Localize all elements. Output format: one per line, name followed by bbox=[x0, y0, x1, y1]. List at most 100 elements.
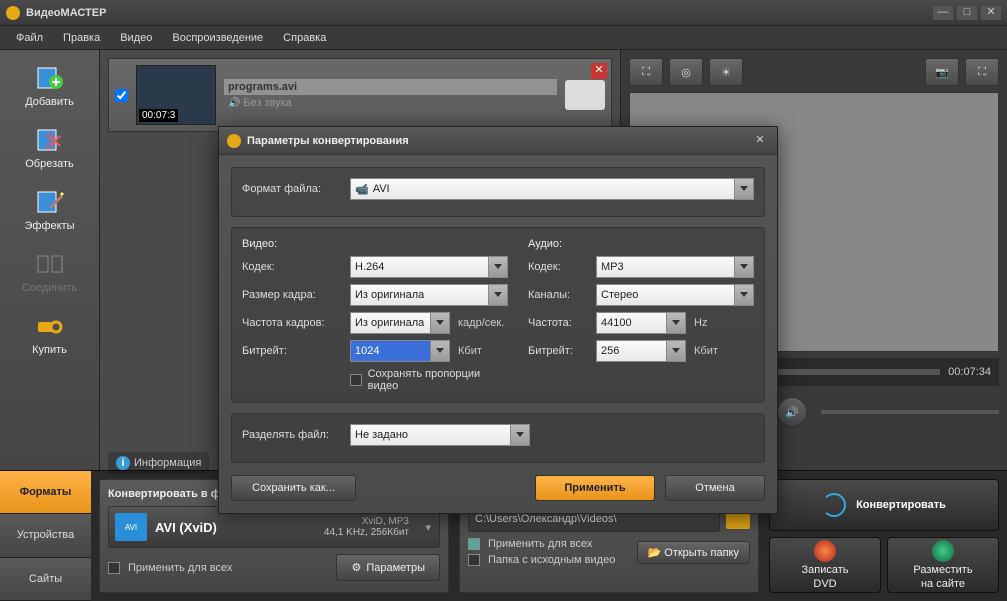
titlebar: ВидеоМАСТЕР — □ ✕ bbox=[0, 0, 1007, 26]
save-apply-all-label: Применить для всех bbox=[488, 538, 592, 550]
vcodec-combo[interactable]: H.264 bbox=[350, 256, 508, 278]
menu-help[interactable]: Справка bbox=[273, 28, 336, 48]
apply-button[interactable]: Применить bbox=[535, 475, 655, 501]
format-tabs: Форматы Устройства Сайты bbox=[0, 471, 91, 601]
sidebar-buy-label: Купить bbox=[32, 344, 67, 356]
app-title: ВидеоМАСТЕР bbox=[26, 7, 929, 19]
convert-icon bbox=[822, 493, 846, 517]
tab-devices[interactable]: Устройства bbox=[0, 514, 91, 557]
settings-icon[interactable]: ◎ bbox=[669, 58, 703, 86]
split-combo[interactable]: Не задано bbox=[350, 424, 530, 446]
fullscreen-icon[interactable]: ⛶ bbox=[965, 58, 999, 86]
dialog-close-button[interactable]: ✕ bbox=[751, 133, 769, 149]
join-icon bbox=[34, 250, 66, 278]
preview-toolbar: ⛶ ◎ ☀ 📷 ⛶ bbox=[629, 58, 999, 86]
menu-edit[interactable]: Правка bbox=[53, 28, 110, 48]
abitrate-combo[interactable]: 256 bbox=[596, 340, 686, 362]
fps-unit: кадр/сек. bbox=[458, 317, 508, 329]
add-icon bbox=[34, 64, 66, 92]
snapshot-icon[interactable]: 📷 bbox=[925, 58, 959, 86]
sidebar-effects[interactable]: Эффекты bbox=[9, 180, 91, 240]
convert-button[interactable]: Конвертировать bbox=[769, 479, 999, 531]
file-name: programs.avi bbox=[224, 79, 557, 95]
tab-formats[interactable]: Форматы bbox=[0, 471, 91, 514]
sidebar-add[interactable]: Добавить bbox=[9, 56, 91, 116]
menu-video[interactable]: Видео bbox=[110, 28, 162, 48]
file-format-label: Формат файла: bbox=[242, 183, 342, 195]
freq-combo[interactable]: 44100 bbox=[596, 312, 686, 334]
scissors-icon bbox=[34, 126, 66, 154]
burn-dvd-button[interactable]: Записать DVD bbox=[769, 537, 881, 593]
menubar: Файл Правка Видео Воспроизведение Справк… bbox=[0, 26, 1007, 50]
frame-combo[interactable]: Из оригинала bbox=[350, 284, 508, 306]
acodec-combo[interactable]: MP3 bbox=[596, 256, 754, 278]
format-meta2: 44,1 KHz, 256Кбит bbox=[324, 527, 409, 538]
actions-column: Конвертировать Записать DVD Разместить н… bbox=[769, 479, 999, 593]
vcodec-label: Кодек: bbox=[242, 261, 342, 273]
keep-ratio-checkbox[interactable] bbox=[350, 374, 362, 386]
same-folder-label: Папка с исходным видео bbox=[488, 554, 615, 566]
tab-sites[interactable]: Сайты bbox=[0, 558, 91, 601]
channels-label: Каналы: bbox=[528, 289, 588, 301]
close-button[interactable]: ✕ bbox=[981, 6, 1001, 20]
upload-button[interactable]: Разместить на сайте bbox=[887, 537, 999, 593]
sidebar-cut[interactable]: Обрезать bbox=[9, 118, 91, 178]
camera-icon bbox=[565, 80, 605, 110]
wand-icon bbox=[34, 188, 66, 216]
keep-ratio-label: Сохранять пропорции видео bbox=[368, 368, 508, 392]
dvd-icon bbox=[814, 540, 836, 562]
info-icon: i bbox=[116, 456, 130, 470]
vbitrate-combo[interactable]: 1024 bbox=[350, 340, 450, 362]
globe-icon bbox=[932, 540, 954, 562]
split-label: Разделять файл: bbox=[242, 429, 342, 441]
format-meta1: XviD, MP3 bbox=[324, 516, 409, 527]
apply-all-checkbox[interactable] bbox=[108, 562, 120, 574]
avi-icon: AVI bbox=[115, 513, 147, 541]
time-display: 00:07:34 bbox=[948, 366, 991, 378]
file-info: programs.avi 🔊 Без звука bbox=[224, 79, 557, 111]
sidebar-cut-label: Обрезать bbox=[25, 158, 74, 170]
frame-label: Размер кадра: bbox=[242, 289, 342, 301]
sidebar-join: Соединить bbox=[9, 242, 91, 302]
fps-combo[interactable]: Из оригинала bbox=[350, 312, 450, 334]
file-audio: 🔊 Без звука bbox=[224, 95, 557, 111]
thumb-timestamp: 00:07:3 bbox=[139, 109, 178, 122]
abitrate-unit: Кбит bbox=[694, 345, 744, 357]
file-format-combo[interactable]: 📹 AVI bbox=[350, 178, 754, 200]
app-logo-icon bbox=[6, 6, 20, 20]
video-header: Видео: bbox=[242, 238, 508, 250]
key-icon bbox=[34, 312, 66, 340]
menu-playback[interactable]: Воспроизведение bbox=[162, 28, 273, 48]
vbitrate-label: Битрейт: bbox=[242, 345, 342, 357]
crop-icon[interactable]: ⛶ bbox=[629, 58, 663, 86]
maximize-button[interactable]: □ bbox=[957, 6, 977, 20]
volume-slider[interactable] bbox=[821, 410, 999, 414]
volume-button[interactable]: 🔊 bbox=[777, 397, 807, 427]
gear-icon: ⚙ bbox=[351, 561, 361, 574]
fps-label: Частота кадров: bbox=[242, 317, 342, 329]
channels-combo[interactable]: Стерео bbox=[596, 284, 754, 306]
sidebar-buy[interactable]: Купить bbox=[9, 304, 91, 364]
sidebar-add-label: Добавить bbox=[25, 96, 74, 108]
remove-file-button[interactable]: ✕ bbox=[591, 63, 607, 79]
brightness-icon[interactable]: ☀ bbox=[709, 58, 743, 86]
freq-unit: Hz bbox=[694, 317, 744, 329]
sidebar-join-label: Соединить bbox=[22, 282, 78, 294]
params-button[interactable]: ⚙ Параметры bbox=[336, 554, 440, 581]
thumbnail: 00:07:3 bbox=[136, 65, 216, 125]
file-item[interactable]: 00:07:3 programs.avi 🔊 Без звука ✕ bbox=[108, 58, 612, 132]
conversion-params-dialog: Параметры конвертирования ✕ Формат файла… bbox=[218, 126, 778, 514]
save-as-button[interactable]: Сохранить как... bbox=[231, 475, 356, 501]
acodec-label: Кодек: bbox=[528, 261, 588, 273]
vbitrate-unit: Кбит bbox=[458, 345, 508, 357]
save-apply-all-checkbox[interactable] bbox=[468, 538, 480, 550]
open-folder-button[interactable]: 📂 Открыть папку bbox=[637, 541, 751, 564]
same-folder-checkbox[interactable] bbox=[468, 554, 480, 566]
file-checkbox[interactable] bbox=[115, 89, 128, 102]
menu-file[interactable]: Файл bbox=[6, 28, 53, 48]
minimize-button[interactable]: — bbox=[933, 6, 953, 20]
dialog-titlebar: Параметры конвертирования ✕ bbox=[219, 127, 777, 155]
audio-header: Аудио: bbox=[528, 238, 754, 250]
cancel-button[interactable]: Отмена bbox=[665, 475, 765, 501]
info-label: Информация bbox=[134, 457, 201, 469]
